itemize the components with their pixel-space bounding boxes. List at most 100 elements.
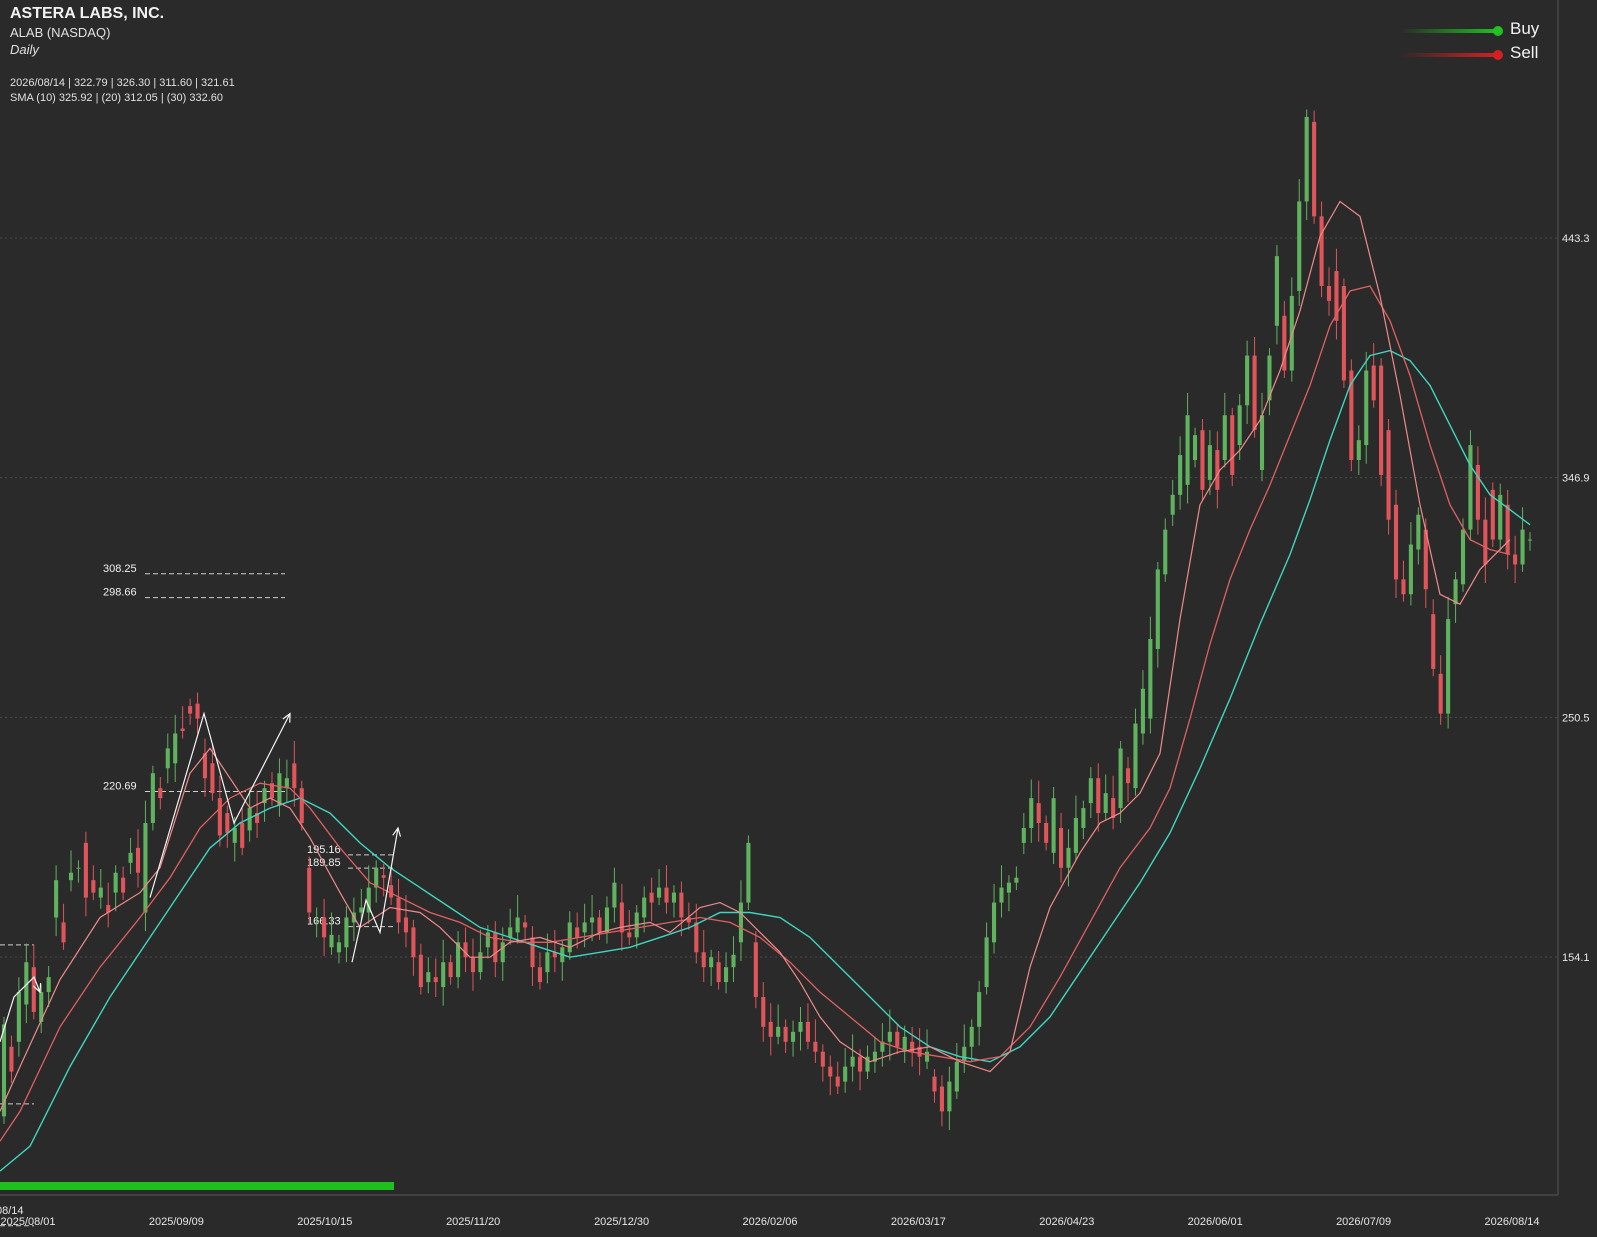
candle — [679, 881, 684, 937]
candle-body — [1148, 639, 1153, 719]
candle — [1446, 596, 1451, 729]
candle — [1520, 507, 1525, 572]
axes: 154.1 250.5 346.9 443.3 2025/08/01 2025/09/09… — [0, 0, 1590, 1228]
candle — [463, 927, 468, 973]
candle-body — [1245, 355, 1250, 406]
candle-body — [195, 703, 200, 719]
legend-sell[interactable]: Sell — [1510, 43, 1538, 63]
y-tick-label: 250.5 — [1562, 712, 1590, 724]
candle-body — [924, 1051, 930, 1062]
candle-body — [1163, 529, 1168, 575]
candle-body — [1029, 798, 1034, 828]
candle — [508, 908, 513, 945]
candle-body — [1014, 877, 1019, 883]
candle-body — [649, 892, 654, 903]
candle — [1297, 179, 1302, 306]
candle — [1379, 358, 1384, 487]
candle — [269, 772, 275, 806]
candle — [1252, 336, 1257, 438]
candle-body — [307, 867, 312, 913]
candle-body — [850, 1056, 855, 1067]
candles — [1, 109, 1533, 1131]
candle — [478, 929, 483, 980]
candle-body — [83, 842, 88, 898]
candle-body — [991, 902, 997, 943]
candle-body — [1170, 494, 1175, 515]
candle — [456, 931, 461, 989]
candle-body — [1178, 455, 1183, 495]
candle-body — [500, 942, 505, 963]
candle-body — [1215, 450, 1220, 490]
candle-body — [1446, 619, 1451, 714]
x-tick-label: 2025/10/15 — [297, 1216, 352, 1228]
candle — [783, 1019, 788, 1053]
x-tick-label: 2025/09/09 — [149, 1216, 204, 1228]
candle — [91, 865, 96, 901]
candle — [1155, 561, 1160, 668]
candle — [1133, 708, 1138, 796]
candle-body — [1326, 285, 1332, 301]
candle-body — [768, 1021, 773, 1037]
candle — [664, 865, 669, 914]
candle — [135, 829, 141, 888]
legend-buy[interactable]: Buy — [1510, 19, 1539, 39]
candle — [910, 1026, 915, 1067]
candle — [106, 882, 111, 928]
candle — [1200, 418, 1205, 502]
candle-body — [1431, 614, 1436, 669]
candle — [61, 903, 66, 950]
candle — [336, 934, 342, 964]
candle-body — [508, 927, 513, 938]
candle — [1066, 829, 1071, 887]
candle — [999, 865, 1004, 918]
candle-body — [932, 1076, 937, 1092]
candle-body — [969, 1026, 974, 1047]
candle-body — [1088, 778, 1093, 804]
candle-body — [515, 917, 520, 933]
candle — [1267, 348, 1272, 416]
candle — [1178, 436, 1183, 510]
pattern-arrows — [0, 711, 402, 1042]
candle — [277, 758, 282, 817]
corner-date-label: 08/14 — [0, 1205, 24, 1217]
candle — [709, 949, 714, 986]
candle-body — [783, 1026, 788, 1042]
candle-body — [1006, 882, 1011, 893]
candle — [984, 922, 989, 995]
candle-body — [1505, 504, 1510, 555]
candle — [1185, 392, 1190, 504]
candle-body — [277, 773, 282, 806]
candle-body — [627, 932, 632, 938]
sma-20-line — [0, 285, 1511, 1142]
candle — [1364, 351, 1369, 464]
candle-body — [887, 1031, 892, 1042]
candle — [761, 982, 766, 1042]
candle-body — [984, 937, 989, 988]
candle-body — [1259, 415, 1265, 470]
candle — [83, 831, 88, 917]
candle-body — [54, 880, 59, 918]
candle — [1103, 774, 1108, 821]
candle-body — [761, 997, 766, 1027]
price-chart[interactable]: 308.25298.66220.69195.16189.85166.33 154… — [0, 0, 1597, 1237]
candle-body — [1483, 519, 1488, 565]
candle-body — [1460, 529, 1466, 585]
candle — [225, 805, 230, 848]
x-tick-label: 2026/02/06 — [742, 1216, 797, 1228]
candle — [150, 765, 155, 831]
candle — [634, 905, 639, 949]
candle-body — [1408, 544, 1413, 595]
x-tick-label: 2026/07/09 — [1336, 1216, 1391, 1228]
candle — [1304, 109, 1309, 221]
candle-body — [240, 822, 245, 848]
candle — [1431, 599, 1436, 677]
candle — [746, 835, 751, 911]
candle-body — [1185, 415, 1190, 485]
candle — [977, 980, 982, 1046]
company-name: ASTERA LABS, INC. — [10, 5, 165, 22]
candle — [1401, 560, 1406, 602]
candle — [880, 1023, 885, 1067]
candle-body — [895, 1031, 900, 1047]
candle — [217, 775, 222, 847]
candle-body — [389, 885, 394, 898]
